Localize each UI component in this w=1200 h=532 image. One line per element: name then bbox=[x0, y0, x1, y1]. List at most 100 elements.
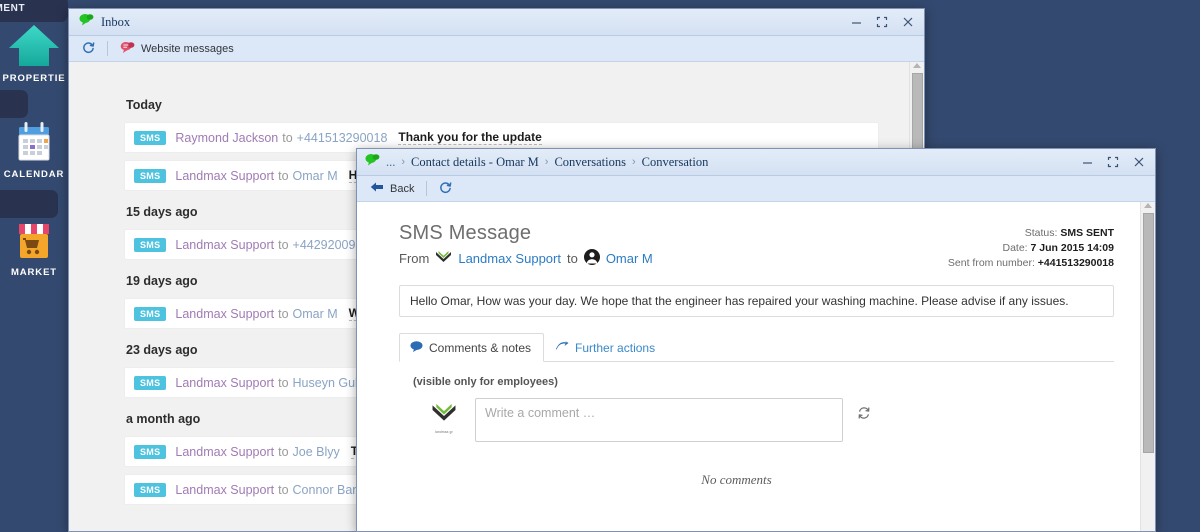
message-to-word: to bbox=[278, 482, 289, 497]
conversation-titlebar[interactable]: ... › Contact details - Omar M › Convers… bbox=[357, 149, 1155, 176]
message-sender[interactable]: Landmax Support bbox=[175, 169, 274, 183]
scrollbar-thumb[interactable] bbox=[1143, 213, 1154, 453]
breadcrumb-item-0[interactable]: ... bbox=[386, 155, 395, 170]
sms-badge: SMS bbox=[134, 130, 167, 145]
sidebar-chip-management[interactable]: AGEMENT bbox=[0, 0, 68, 22]
conversation-window: ... › Contact details - Omar M › Convers… bbox=[356, 148, 1156, 532]
from-name-link[interactable]: Landmax Support bbox=[458, 251, 561, 266]
visibility-note: (visible only for employees) bbox=[413, 376, 558, 388]
to-label: to bbox=[566, 251, 578, 266]
comment-input[interactable] bbox=[475, 398, 843, 442]
maximize-button[interactable] bbox=[870, 11, 894, 33]
conversation-body: SMS Message From Landmax Support to Omar… bbox=[357, 202, 1155, 531]
back-label: Back bbox=[390, 182, 415, 195]
sidebar-item-properties[interactable]: PROPERTIE bbox=[0, 22, 68, 84]
refresh-button[interactable] bbox=[79, 40, 98, 58]
message-recipient[interactable]: Joe Blyy bbox=[293, 445, 340, 459]
conversation-tabs: Comments & notes Further actions bbox=[399, 331, 1114, 362]
message-to-word: to bbox=[278, 237, 289, 252]
sidebar-chip-blank[interactable] bbox=[0, 90, 28, 118]
market-stall-icon bbox=[0, 216, 68, 262]
landmax-logo-icon bbox=[435, 250, 452, 267]
breadcrumb-item-3[interactable]: Conversation bbox=[642, 155, 709, 170]
message-sender[interactable]: Landmax Support bbox=[175, 307, 274, 321]
sidebar-item-calendar[interactable]: CALENDAR bbox=[0, 118, 68, 180]
close-button[interactable] bbox=[896, 11, 920, 33]
back-arrow-icon bbox=[370, 181, 384, 196]
refresh-button[interactable] bbox=[436, 180, 455, 198]
conversation-window-controls bbox=[1075, 151, 1151, 173]
website-messages-button[interactable]: Website messages bbox=[117, 40, 237, 58]
desktop: AGEMENT ON PROPERTIE bbox=[0, 0, 1200, 532]
message-meta: Status: SMS SENT Date: 7 Jun 2015 14:09 … bbox=[948, 222, 1114, 271]
sms-badge: SMS bbox=[134, 482, 167, 497]
minimize-button[interactable] bbox=[1075, 151, 1099, 173]
breadcrumb-item-1[interactable]: Contact details - Omar M bbox=[411, 155, 539, 170]
sidebar-item-label: PROPERTIE bbox=[2, 73, 66, 84]
back-button[interactable]: Back bbox=[367, 180, 417, 197]
message-to-word: to bbox=[278, 168, 289, 183]
breadcrumb: ... › Contact details - Omar M › Convers… bbox=[386, 155, 708, 170]
toolbar-separator bbox=[107, 41, 108, 56]
message-recipient[interactable]: Omar M bbox=[293, 169, 338, 183]
tab-label: Further actions bbox=[575, 340, 656, 355]
avatar: landmax.gr bbox=[427, 398, 461, 434]
message-body: Hello Omar, How was your day. We hope th… bbox=[399, 285, 1114, 317]
message-to-word: to bbox=[278, 306, 289, 321]
message-to-word: to bbox=[278, 444, 289, 459]
message-sender[interactable]: Landmax Support bbox=[175, 376, 274, 390]
calendar-icon bbox=[0, 118, 68, 164]
message-recipient[interactable]: +441513290018 bbox=[297, 131, 388, 145]
sidebar-item-label: CALENDAR bbox=[3, 169, 65, 180]
breadcrumb-item-2[interactable]: Conversations bbox=[554, 155, 626, 170]
status-label: Status: bbox=[1024, 227, 1058, 239]
from-to-line: From Landmax Support to Omar M bbox=[399, 249, 948, 268]
conversation-toolbar: Back bbox=[357, 176, 1155, 202]
message-group-label: Today bbox=[126, 98, 162, 112]
date-label: Date: bbox=[1002, 242, 1028, 254]
landmax-logo-icon bbox=[431, 403, 457, 428]
house-icon bbox=[0, 22, 68, 68]
comment-composer: landmax.gr bbox=[399, 398, 1114, 442]
tab-further-actions[interactable]: Further actions bbox=[544, 332, 668, 362]
inbox-window-controls bbox=[844, 11, 920, 33]
status-row: Status: SMS SENT bbox=[948, 226, 1114, 241]
refresh-icon bbox=[82, 41, 95, 57]
message-header: SMS Message From Landmax Support to Omar… bbox=[399, 222, 1114, 271]
message-sender[interactable]: Landmax Support bbox=[175, 445, 274, 459]
refresh-icon bbox=[439, 181, 452, 197]
toolbar-separator bbox=[426, 181, 428, 196]
message-recipient[interactable]: Omar M bbox=[293, 307, 338, 321]
to-name-link[interactable]: Omar M bbox=[606, 251, 653, 266]
conversation-vertical-scrollbar[interactable] bbox=[1140, 202, 1155, 531]
close-button[interactable] bbox=[1127, 151, 1151, 173]
scroll-up-arrow-icon[interactable] bbox=[913, 63, 921, 68]
message-sender[interactable]: Landmax Support bbox=[175, 238, 274, 252]
message-preview: Thank you for the update bbox=[398, 130, 542, 145]
sms-badge: SMS bbox=[134, 237, 167, 252]
conversation-scroll-area: SMS Message From Landmax Support to Omar… bbox=[357, 202, 1140, 531]
sidebar-item-label: MARKET bbox=[10, 267, 58, 278]
message-sender[interactable]: Raymond Jackson bbox=[175, 131, 278, 145]
page-title: SMS Message bbox=[399, 222, 532, 244]
minimize-button[interactable] bbox=[844, 11, 868, 33]
tab-comments-and-notes[interactable]: Comments & notes bbox=[399, 333, 545, 362]
sidebar-item-market[interactable]: MARKET bbox=[0, 216, 68, 278]
avatar-caption: landmax.gr bbox=[435, 430, 453, 434]
inbox-titlebar[interactable]: Inbox bbox=[69, 9, 924, 36]
maximize-button[interactable] bbox=[1101, 151, 1125, 173]
sms-badge: SMS bbox=[134, 306, 167, 321]
refresh-comments-button[interactable] bbox=[857, 406, 871, 423]
status-badge: SMS SENT bbox=[1060, 227, 1114, 239]
sent-from-value: +441513290018 bbox=[1037, 257, 1114, 269]
message-header-left: SMS Message From Landmax Support to Omar… bbox=[399, 222, 948, 268]
website-messages-label: Website messages bbox=[141, 42, 234, 55]
sidebar-chip-on[interactable]: ON bbox=[0, 190, 58, 218]
no-comments-text: No comments bbox=[701, 472, 772, 487]
arrow-right-icon bbox=[555, 340, 569, 355]
breadcrumb-separator: › bbox=[401, 156, 406, 168]
sms-badge: SMS bbox=[134, 168, 167, 183]
person-avatar-icon bbox=[583, 249, 600, 268]
scroll-up-arrow-icon[interactable] bbox=[1144, 203, 1152, 208]
message-sender[interactable]: Landmax Support bbox=[175, 483, 274, 497]
